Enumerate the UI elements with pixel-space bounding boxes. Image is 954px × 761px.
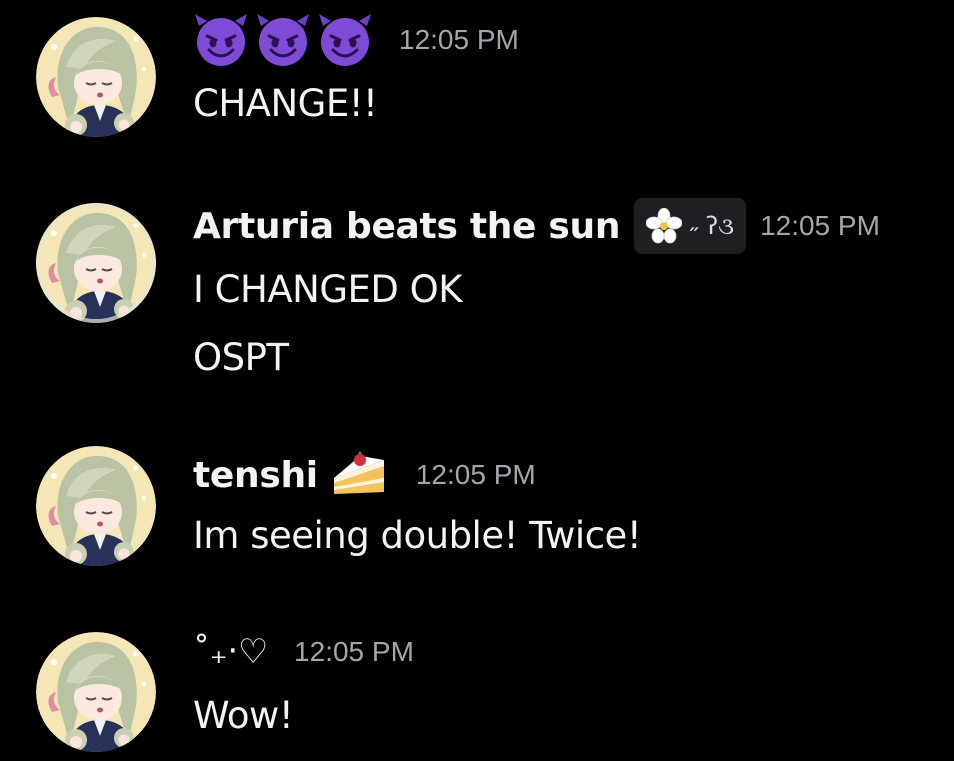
message-text: CHANGE!! bbox=[193, 82, 378, 125]
message-text: Wow! bbox=[193, 694, 294, 737]
display-name-emojis[interactable] bbox=[193, 12, 373, 68]
clan-tag-text: ˶ ʔ૩ bbox=[690, 211, 735, 240]
anime-avatar-icon bbox=[36, 17, 156, 137]
message-header: ˚₊‧♡ 12:05 PM bbox=[193, 632, 414, 672]
message-header: tenshi 12:05 PM bbox=[193, 450, 536, 500]
timestamp: 12:05 PM bbox=[415, 459, 536, 490]
smiling-devil-emoji-icon bbox=[255, 12, 311, 68]
username[interactable]: ˚₊‧♡ bbox=[193, 632, 268, 672]
user-avatar[interactable] bbox=[36, 632, 156, 752]
anime-avatar-moon-icon bbox=[36, 203, 156, 323]
anime-avatar-icon bbox=[36, 446, 156, 566]
cake-slice-emoji-icon bbox=[333, 451, 384, 494]
message-text: Im seeing double! Twice! bbox=[193, 514, 642, 557]
smiling-devil-emoji-icon bbox=[193, 12, 249, 68]
user-avatar[interactable] bbox=[36, 203, 156, 323]
clan-tag[interactable]: ˶ ʔ૩ bbox=[634, 198, 747, 254]
timestamp: 12:05 PM bbox=[399, 24, 519, 55]
anime-avatar-icon bbox=[36, 632, 156, 752]
username[interactable]: Arturia beats the sun bbox=[193, 206, 621, 247]
message-header: 12:05 PM bbox=[193, 12, 519, 68]
timestamp: 12:05 PM bbox=[294, 636, 414, 667]
message-text: OSPT bbox=[193, 336, 289, 379]
username[interactable]: tenshi bbox=[193, 455, 318, 496]
timestamp: 12:05 PM bbox=[760, 210, 880, 241]
white-flower-icon bbox=[646, 208, 683, 244]
message-header: Arturia beats the sun ˶ ʔ૩ 12:05 PM bbox=[193, 198, 880, 254]
smiling-devil-emoji-icon bbox=[317, 12, 373, 68]
message-text: I CHANGED OK bbox=[193, 268, 463, 311]
user-avatar[interactable] bbox=[36, 17, 156, 137]
user-avatar[interactable] bbox=[36, 446, 156, 566]
